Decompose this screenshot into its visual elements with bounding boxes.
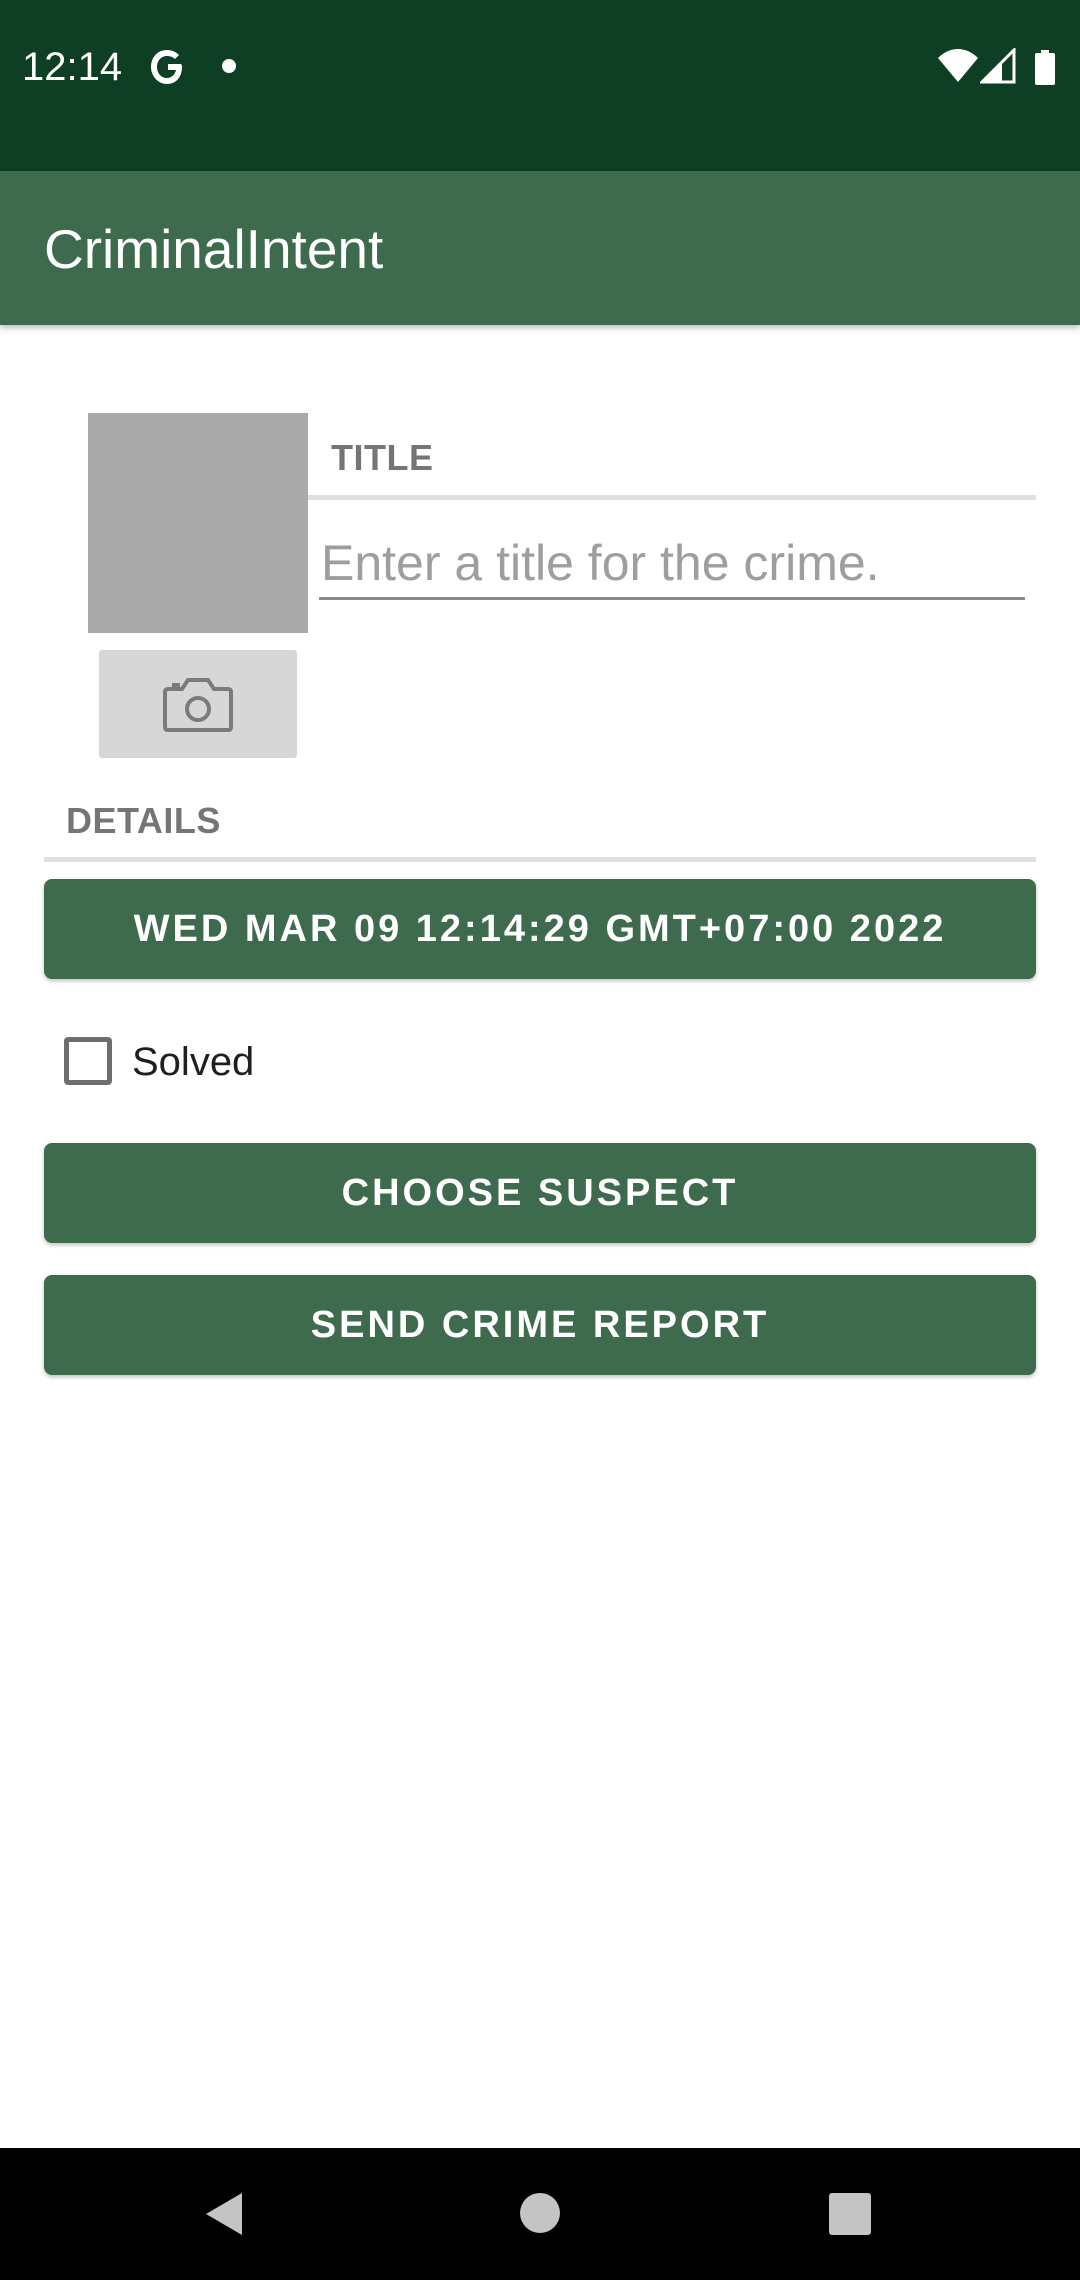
date-button[interactable]: WED MAR 09 12:14:29 GMT+07:00 2022 bbox=[44, 879, 1036, 979]
status-time: 12:14 bbox=[22, 45, 123, 89]
google-icon bbox=[151, 50, 182, 84]
details-label: DETAILS bbox=[66, 800, 221, 841]
solved-checkbox[interactable] bbox=[64, 1037, 112, 1085]
recents-icon[interactable] bbox=[829, 2193, 871, 2235]
details-divider bbox=[44, 857, 1036, 862]
choose-suspect-button[interactable]: CHOOSE SUSPECT bbox=[44, 1143, 1036, 1243]
notification-dot-icon bbox=[222, 59, 236, 73]
crime-photo bbox=[88, 413, 308, 633]
crime-title-input[interactable] bbox=[319, 528, 1025, 600]
app-title: CriminalIntent bbox=[44, 218, 384, 280]
battery-icon bbox=[1035, 50, 1055, 85]
camera-icon bbox=[163, 678, 233, 732]
back-icon[interactable] bbox=[202, 2189, 246, 2239]
send-crime-report-label: SEND CRIME REPORT bbox=[310, 1303, 770, 1346]
wifi-icon bbox=[938, 49, 978, 82]
date-button-label: WED MAR 09 12:14:29 GMT+07:00 2022 bbox=[133, 907, 947, 950]
camera-button[interactable] bbox=[99, 650, 297, 758]
app-bar: CriminalIntent bbox=[0, 171, 1080, 325]
choose-suspect-label: CHOOSE SUSPECT bbox=[341, 1171, 739, 1214]
send-crime-report-button[interactable]: SEND CRIME REPORT bbox=[44, 1275, 1036, 1375]
signal-icon bbox=[980, 48, 1016, 84]
home-icon[interactable] bbox=[520, 2193, 560, 2233]
title-label: TITLE bbox=[331, 437, 434, 478]
status-bar: 12:14 bbox=[0, 0, 1080, 171]
solved-label[interactable]: Solved bbox=[132, 1037, 254, 1087]
title-divider bbox=[308, 495, 1036, 500]
